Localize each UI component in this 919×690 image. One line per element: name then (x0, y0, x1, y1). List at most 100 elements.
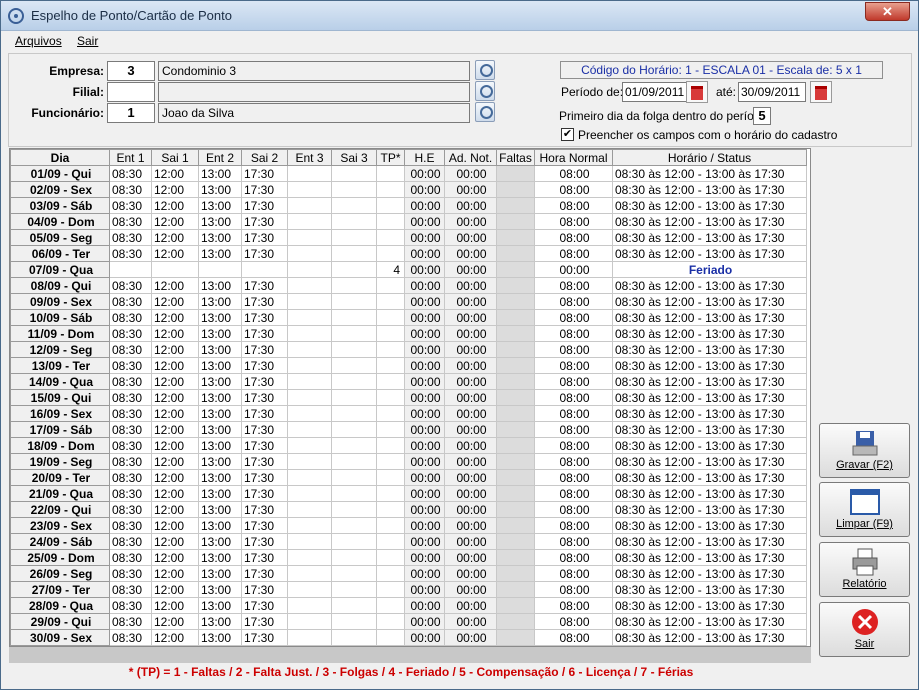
cell-hn[interactable]: 08:00 (534, 613, 613, 630)
column-header[interactable]: Dia (10, 149, 110, 166)
filial-search-icon[interactable] (475, 81, 495, 101)
cell-hn[interactable]: 08:00 (534, 229, 613, 246)
cell-s3[interactable] (331, 453, 377, 470)
cell-e1[interactable]: 08:30 (109, 485, 152, 502)
cell-e1[interactable]: 08:30 (109, 309, 152, 326)
cell-e3[interactable] (287, 293, 332, 310)
cell-tp[interactable] (376, 213, 405, 230)
cell-falt[interactable] (496, 373, 535, 390)
cell-falt[interactable] (496, 581, 535, 598)
cell-tp[interactable] (376, 405, 405, 422)
cell-an[interactable]: 00:00 (444, 341, 497, 358)
column-header[interactable]: Ent 3 (287, 149, 332, 166)
cell-status[interactable]: 08:30 às 12:00 - 13:00 às 17:30 (612, 533, 807, 550)
column-header[interactable]: Hora Normal (534, 149, 613, 166)
cell-falt[interactable] (496, 421, 535, 438)
cell-e1[interactable]: 08:30 (109, 245, 152, 262)
cell-s3[interactable] (331, 229, 377, 246)
cell-status[interactable]: 08:30 às 12:00 - 13:00 às 17:30 (612, 469, 807, 486)
cell-status[interactable]: 08:30 às 12:00 - 13:00 às 17:30 (612, 341, 807, 358)
cell-s3[interactable] (331, 373, 377, 390)
cell-tp[interactable] (376, 453, 405, 470)
cell-e1[interactable]: 08:30 (109, 389, 152, 406)
cell-s2[interactable]: 17:30 (241, 405, 288, 422)
cell-s1[interactable]: 12:00 (151, 373, 199, 390)
cell-falt[interactable] (496, 613, 535, 630)
cell-an[interactable]: 00:00 (444, 501, 497, 518)
cell-e1[interactable]: 08:30 (109, 405, 152, 422)
cell-falt[interactable] (496, 341, 535, 358)
cell-s3[interactable] (331, 517, 377, 534)
cell-tp[interactable] (376, 485, 405, 502)
cell-status[interactable]: 08:30 às 12:00 - 13:00 às 17:30 (612, 421, 807, 438)
cell-tp[interactable] (376, 533, 405, 550)
cell-tp[interactable] (376, 501, 405, 518)
cell-status[interactable]: 08:30 às 12:00 - 13:00 às 17:30 (612, 197, 807, 214)
table-row[interactable]: 19/09 - Seg 08:30 12:00 13:00 17:30 00:00 00:0… (10, 453, 807, 470)
cell-e3[interactable] (287, 533, 332, 550)
cell-hn[interactable]: 08:00 (534, 357, 613, 374)
table-row[interactable]: 18/09 - Dom 08:30 12:00 13:00 17:30 00:00 00:0… (10, 437, 807, 454)
cell-tp[interactable] (376, 613, 405, 630)
cell-s3[interactable] (331, 485, 377, 502)
cell-hn[interactable]: 08:00 (534, 485, 613, 502)
cell-he[interactable]: 00:00 (404, 261, 445, 278)
table-row[interactable]: 29/09 - Qui 08:30 12:00 13:00 17:30 00:00 00:0… (10, 613, 807, 630)
funcionario-code-field[interactable]: 1 (107, 103, 155, 123)
column-header[interactable]: Ent 2 (198, 149, 242, 166)
cell-hn[interactable]: 08:00 (534, 213, 613, 230)
cell-s3[interactable] (331, 357, 377, 374)
cell-s1[interactable]: 12:00 (151, 629, 199, 646)
cell-he[interactable]: 00:00 (404, 565, 445, 582)
cell-e1[interactable]: 08:30 (109, 293, 152, 310)
cell-e1[interactable]: 08:30 (109, 229, 152, 246)
table-row[interactable]: 25/09 - Dom 08:30 12:00 13:00 17:30 00:00 00:0… (10, 549, 807, 566)
column-header[interactable]: Sai 2 (241, 149, 288, 166)
cell-status[interactable]: 08:30 às 12:00 - 13:00 às 17:30 (612, 565, 807, 582)
cell-falt[interactable] (496, 277, 535, 294)
cell-he[interactable]: 00:00 (404, 517, 445, 534)
cell-status[interactable]: 08:30 às 12:00 - 13:00 às 17:30 (612, 485, 807, 502)
cell-s1[interactable]: 12:00 (151, 421, 199, 438)
cell-falt[interactable] (496, 181, 535, 198)
cell-hn[interactable]: 08:00 (534, 565, 613, 582)
cell-e3[interactable] (287, 405, 332, 422)
cell-e2[interactable]: 13:00 (198, 517, 242, 534)
cell-tp[interactable] (376, 245, 405, 262)
cell-s3[interactable] (331, 437, 377, 454)
cell-tp[interactable]: 4 (376, 261, 405, 278)
table-row[interactable]: 28/09 - Qua 08:30 12:00 13:00 17:30 00:00 00:0… (10, 597, 807, 614)
cell-status[interactable]: 08:30 às 12:00 - 13:00 às 17:30 (612, 597, 807, 614)
cell-s1[interactable] (151, 261, 199, 278)
cell-s2[interactable]: 17:30 (241, 245, 288, 262)
cell-e3[interactable] (287, 325, 332, 342)
cell-he[interactable]: 00:00 (404, 533, 445, 550)
prefill-checkbox-label[interactable]: Preencher os campos com o horário do cad… (578, 128, 837, 142)
cell-falt[interactable] (496, 629, 535, 646)
cell-an[interactable]: 00:00 (444, 581, 497, 598)
cell-e1[interactable] (109, 261, 152, 278)
cell-s1[interactable]: 12:00 (151, 245, 199, 262)
funcionario-name-field[interactable]: Joao da Silva (158, 103, 470, 123)
cell-falt[interactable] (496, 469, 535, 486)
cell-hn[interactable]: 08:00 (534, 325, 613, 342)
cell-tp[interactable] (376, 517, 405, 534)
cell-hn[interactable]: 00:00 (534, 261, 613, 278)
table-row[interactable]: 03/09 - Sáb 08:30 12:00 13:00 17:30 00:00 00:0… (10, 197, 807, 214)
cell-s1[interactable]: 12:00 (151, 165, 199, 182)
cell-s2[interactable]: 17:30 (241, 437, 288, 454)
close-button[interactable]: ✕ (865, 2, 910, 21)
cell-falt[interactable] (496, 357, 535, 374)
cell-s2[interactable] (241, 261, 288, 278)
cell-s2[interactable]: 17:30 (241, 277, 288, 294)
cell-s1[interactable]: 12:00 (151, 229, 199, 246)
cell-e2[interactable]: 13:00 (198, 613, 242, 630)
cell-he[interactable]: 00:00 (404, 341, 445, 358)
cell-s3[interactable] (331, 341, 377, 358)
cell-an[interactable]: 00:00 (444, 261, 497, 278)
cell-e3[interactable] (287, 501, 332, 518)
cell-s2[interactable]: 17:30 (241, 229, 288, 246)
cell-falt[interactable] (496, 325, 535, 342)
cell-e3[interactable] (287, 357, 332, 374)
cell-he[interactable]: 00:00 (404, 325, 445, 342)
